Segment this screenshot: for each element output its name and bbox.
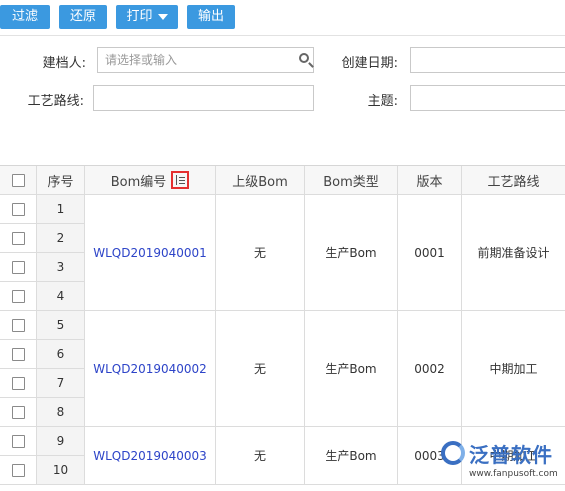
subject-label: 主题:	[367, 94, 398, 109]
fanpusoft-watermark: 泛普软件 www.fanpusoft.com	[441, 437, 565, 490]
parent-bom-cell: 无	[216, 311, 305, 427]
parent-bom-cell: 无	[216, 427, 305, 485]
search-icon[interactable]	[299, 53, 309, 63]
header-version: 版本	[398, 166, 462, 195]
print-button-label: 打印	[126, 9, 153, 24]
export-button[interactable]: 输出	[187, 5, 235, 29]
reset-button[interactable]: 还原	[59, 5, 107, 29]
row-checkbox-cell	[0, 253, 37, 282]
version-cell: 0001	[398, 195, 462, 311]
filter-button-label: 过滤	[11, 9, 38, 24]
row-number: 3	[37, 253, 85, 282]
header-bom-type: Bom类型	[305, 166, 398, 195]
bom-type-cell: 生产Bom	[305, 195, 398, 311]
row-number: 10	[37, 456, 85, 485]
bom-no-cell: WLQD2019040002	[85, 311, 216, 427]
route-cell: 中期加工	[462, 311, 565, 427]
row-checkbox-cell	[0, 427, 37, 456]
filter-button[interactable]: 过滤	[0, 5, 50, 29]
row-checkbox-cell	[0, 282, 37, 311]
header-bom-no[interactable]: Bom编号	[85, 166, 216, 195]
row-checkbox[interactable]	[11, 202, 25, 216]
created-date-input[interactable]	[410, 47, 565, 73]
select-all-checkbox[interactable]	[11, 173, 25, 187]
creator-placeholder: 请选择或输入	[105, 53, 178, 67]
bom-no-cell: WLQD2019040001	[85, 195, 216, 311]
fanpusoft-logo-icon	[441, 441, 465, 465]
row-checkbox-cell	[0, 398, 37, 427]
row-checkbox-cell	[0, 340, 37, 369]
header-route: 工艺路线	[462, 166, 565, 195]
watermark-brand: 泛普软件	[469, 443, 553, 467]
bom-no-link[interactable]: WLQD2019040003	[93, 449, 207, 463]
bom-type-cell: 生产Bom	[305, 311, 398, 427]
row-checkbox[interactable]	[11, 231, 25, 245]
row-number: 8	[37, 398, 85, 427]
chevron-down-icon	[157, 13, 168, 20]
route-input[interactable]	[93, 85, 314, 111]
creator-label: 建档人:	[42, 56, 86, 71]
row-number: 4	[37, 282, 85, 311]
row-number: 1	[37, 195, 85, 224]
subject-input[interactable]	[410, 85, 565, 111]
bom-no-link[interactable]: WLQD2019040001	[93, 246, 207, 260]
row-checkbox[interactable]	[11, 260, 25, 274]
bom-no-cell: WLQD2019040003	[85, 427, 216, 485]
route-cell: 前期准备设计	[462, 195, 565, 311]
row-number: 6	[37, 340, 85, 369]
row-number: 2	[37, 224, 85, 253]
bom-type-cell: 生产Bom	[305, 427, 398, 485]
header-select-all	[0, 166, 37, 195]
row-checkbox-cell	[0, 456, 37, 485]
row-checkbox-cell	[0, 311, 37, 340]
version-cell: 0002	[398, 311, 462, 427]
reset-button-label: 还原	[69, 9, 96, 24]
row-checkbox[interactable]	[11, 318, 25, 332]
row-checkbox-cell	[0, 369, 37, 398]
export-button-label: 输出	[197, 9, 224, 24]
row-number: 5	[37, 311, 85, 340]
row-checkbox[interactable]	[11, 405, 25, 419]
row-checkbox[interactable]	[11, 434, 25, 448]
row-checkbox[interactable]	[11, 463, 25, 477]
created-date-label: 创建日期:	[341, 56, 398, 71]
row-checkbox[interactable]	[11, 347, 25, 361]
creator-input[interactable]: 请选择或输入	[97, 47, 314, 73]
parent-bom-cell: 无	[216, 195, 305, 311]
print-dropdown-button[interactable]: 打印	[116, 5, 178, 29]
row-checkbox-cell	[0, 224, 37, 253]
header-bom-no-label: Bom编号	[110, 174, 167, 190]
route-label: 工艺路线:	[27, 94, 84, 109]
watermark-url: www.fanpusoft.com	[469, 469, 558, 479]
row-number: 7	[37, 369, 85, 398]
toolbar: 过滤 还原 打印 输出	[0, 0, 565, 36]
row-checkbox[interactable]	[11, 376, 25, 390]
sort-icon[interactable]	[171, 171, 190, 189]
row-checkbox[interactable]	[11, 289, 25, 303]
header-seq: 序号	[37, 166, 85, 195]
bom-no-link[interactable]: WLQD2019040002	[93, 362, 207, 376]
row-checkbox-cell	[0, 195, 37, 224]
row-number: 9	[37, 427, 85, 456]
header-parent-bom: 上级Bom	[216, 166, 305, 195]
